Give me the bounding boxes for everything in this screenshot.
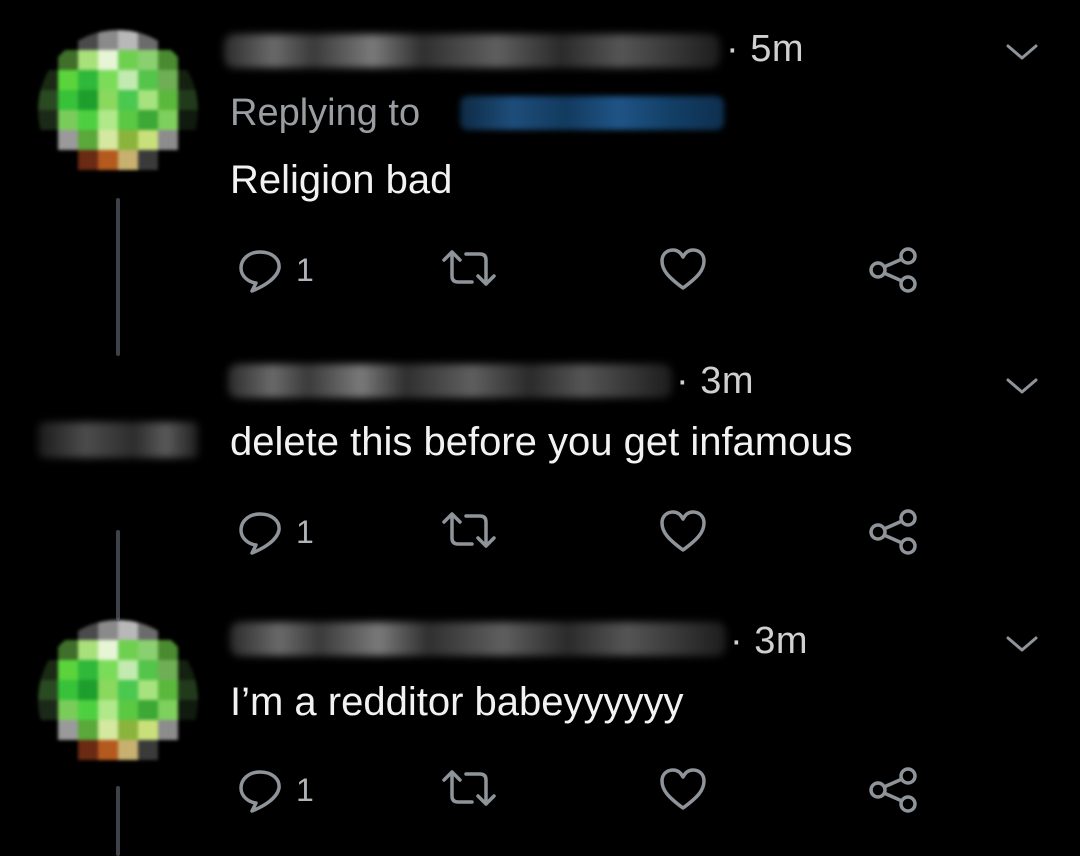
tweet-1[interactable]: · 5m Replying to Religion bad 1 <box>0 0 1080 356</box>
retweet-button[interactable] <box>440 508 498 552</box>
tweet-time: · 5m <box>726 28 804 70</box>
replying-to-handle-redacted[interactable] <box>460 96 724 130</box>
author-name-redacted[interactable] <box>230 622 726 656</box>
chevron-down-icon[interactable] <box>1002 630 1042 658</box>
share-icon <box>869 247 917 293</box>
retweet-icon <box>442 770 496 806</box>
tweet-time: · 3m <box>730 620 808 662</box>
reply-button[interactable]: 1 <box>236 508 314 556</box>
retweet-button[interactable] <box>440 766 498 810</box>
avatar[interactable] <box>38 30 198 190</box>
avatar-redacted[interactable] <box>38 422 198 458</box>
like-button[interactable] <box>658 508 708 554</box>
reply-count: 1 <box>296 771 314 808</box>
heart-icon <box>660 248 706 290</box>
chevron-down-icon[interactable] <box>1002 38 1042 66</box>
heart-icon <box>660 768 706 810</box>
reply-icon <box>239 770 281 813</box>
tweet-text: Religion bad <box>230 158 453 202</box>
reply-count: 1 <box>296 251 314 288</box>
author-name-redacted[interactable] <box>228 364 672 398</box>
replying-to-label: Replying to <box>230 92 421 134</box>
chevron-down-icon[interactable] <box>1002 372 1042 400</box>
retweet-button[interactable] <box>440 246 498 290</box>
reply-icon <box>239 250 281 293</box>
tweet-time: · 3m <box>676 360 754 402</box>
share-button[interactable] <box>866 766 920 814</box>
reply-icon <box>239 512 281 555</box>
heart-icon <box>660 510 706 552</box>
reply-button[interactable]: 1 <box>236 246 314 294</box>
reply-count: 1 <box>296 513 314 550</box>
reply-button[interactable]: 1 <box>236 766 314 814</box>
tweet-text: delete this before you get infamous <box>230 420 853 464</box>
tweet-2[interactable]: · 3m delete this before you get infamous… <box>0 350 1080 610</box>
tweet-3[interactable]: · 3m I’m a redditor babeyyyyyy 1 <box>0 610 1080 856</box>
thread-line <box>116 198 120 356</box>
retweet-icon <box>442 250 496 286</box>
author-name-redacted[interactable] <box>224 34 720 68</box>
like-button[interactable] <box>658 246 708 292</box>
tweet-text: I’m a redditor babeyyyyyy <box>230 680 684 724</box>
retweet-icon <box>442 512 496 548</box>
avatar[interactable] <box>38 620 198 780</box>
thread-line <box>116 530 120 620</box>
share-icon <box>869 767 917 813</box>
thread-line <box>116 786 120 856</box>
share-icon <box>869 509 917 555</box>
like-button[interactable] <box>658 766 708 812</box>
share-button[interactable] <box>866 508 920 556</box>
share-button[interactable] <box>866 246 920 294</box>
